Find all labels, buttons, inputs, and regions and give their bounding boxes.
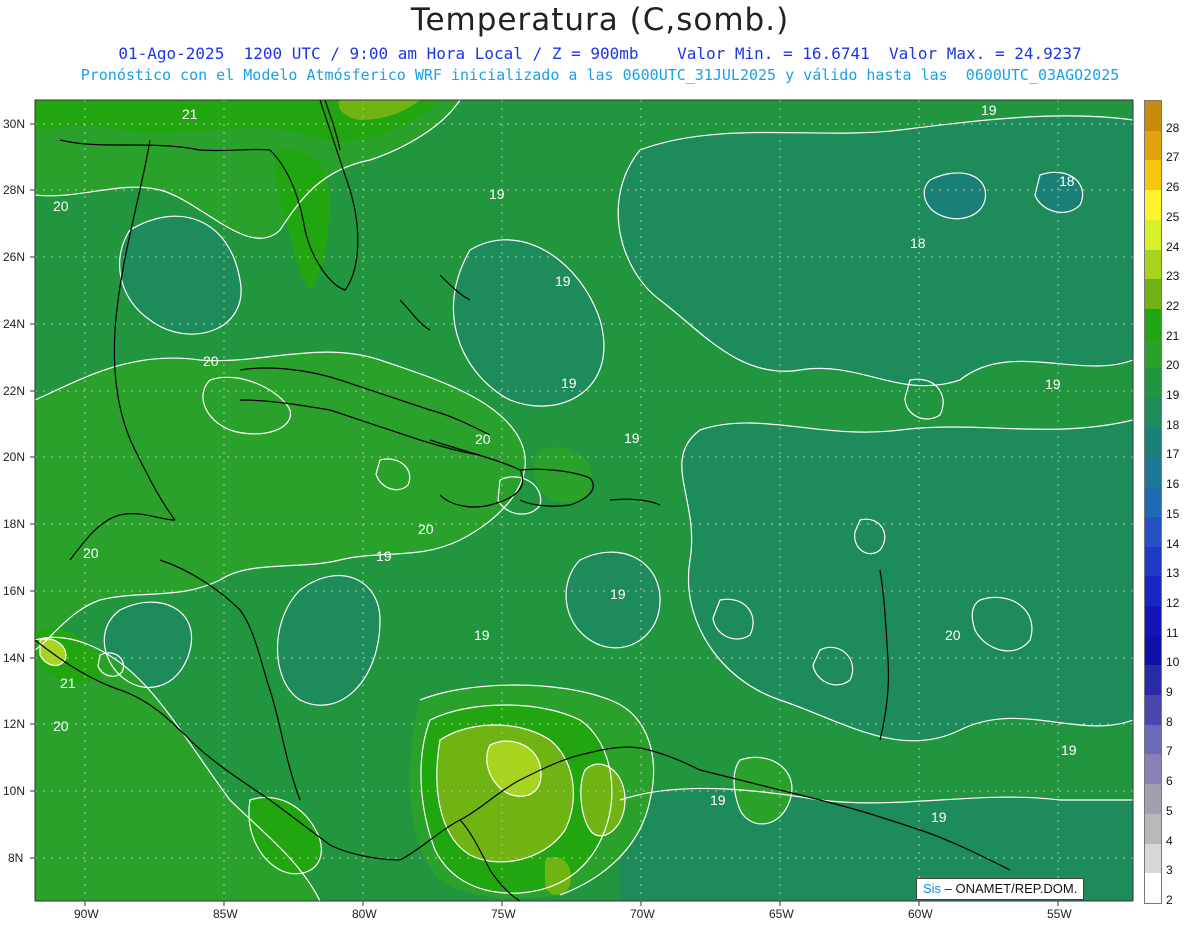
contour-label: 20	[83, 545, 99, 561]
map-title: Temperatura (C,somb.)	[410, 2, 790, 38]
contour-label: 19	[710, 792, 726, 808]
lat-label: 16N	[3, 584, 26, 598]
lat-label: 28N	[3, 183, 26, 197]
temperature-map: 21 20 19 19 18 18 19 19 20 19 20 20 19 2…	[30, 99, 1134, 906]
lon-label: 65W	[769, 907, 794, 921]
lon-label: 75W	[491, 907, 516, 921]
color-scale-label: 19	[1166, 388, 1180, 403]
lat-label: 14N	[3, 651, 26, 665]
lon-label: 70W	[630, 907, 655, 921]
lat-label: 20N	[3, 450, 26, 464]
color-scale-label: 18	[1166, 417, 1180, 432]
color-scale-label: 7	[1166, 744, 1173, 759]
valid-time-line: 01-Ago-2025 1200 UTC / 9:00 am Hora Loca…	[118, 44, 1082, 63]
contour-label: 19	[610, 586, 626, 602]
lon-label: 90W	[74, 907, 99, 921]
color-scale-frame	[1144, 100, 1162, 904]
contour-label: 19	[555, 273, 571, 289]
color-scale-label: 23	[1166, 269, 1180, 284]
color-scale-label: 13	[1166, 566, 1180, 581]
color-scale-label: 26	[1166, 180, 1180, 195]
model-info-line: Pronóstico con el Modelo Atmósferico WRF…	[80, 66, 1120, 84]
contour-label: 19	[1061, 742, 1077, 758]
contour-label: 19	[376, 548, 392, 564]
lat-label: 12N	[3, 717, 26, 731]
contour-label: 19	[624, 430, 640, 446]
color-scale-label: 16	[1166, 477, 1180, 492]
lon-label: 80W	[352, 907, 377, 921]
lat-label: 8N	[8, 851, 24, 865]
color-scale-label: 11	[1166, 625, 1179, 640]
contour-label: 20	[475, 431, 491, 447]
contour-label: 19	[561, 375, 577, 391]
color-scale-label: 5	[1166, 803, 1173, 818]
color-scale-label: 4	[1166, 833, 1173, 848]
contour-label: 18	[1059, 173, 1075, 189]
contour-label: 19	[489, 186, 505, 202]
contour-label: 21	[60, 675, 76, 691]
lat-label: 10N	[3, 784, 26, 798]
lat-label: 18N	[3, 517, 26, 531]
color-scale-label: 20	[1166, 358, 1180, 373]
contour-label: 18	[910, 235, 926, 251]
credit-source: Sis	[923, 881, 942, 896]
lat-label: 30N	[3, 117, 26, 131]
lon-label: 55W	[1047, 907, 1072, 921]
color-scale-label: 15	[1166, 506, 1180, 521]
contour-label: 20	[945, 627, 961, 643]
contour-label: 19	[931, 809, 947, 825]
lat-label: 24N	[3, 317, 26, 331]
lon-label: 60W	[908, 907, 933, 921]
lat-label: 22N	[3, 384, 26, 398]
color-scale-label: 24	[1166, 239, 1180, 254]
lat-label: 26N	[3, 250, 26, 264]
contour-label: 20	[418, 521, 434, 537]
color-scale-label: 21	[1166, 328, 1180, 343]
color-scale-label: 6	[1166, 774, 1173, 789]
color-scale-label: 14	[1166, 536, 1180, 551]
contour-label: 19	[1045, 376, 1061, 392]
color-scale-label: 25	[1166, 209, 1180, 224]
color-scale-label: 27	[1166, 150, 1180, 165]
credit-box: Sis – ONAMET/REP.DOM.	[916, 878, 1085, 900]
contour-label: 20	[53, 718, 69, 734]
credit-agency: – ONAMET/REP.DOM.	[941, 881, 1078, 896]
color-scale-label: 17	[1166, 447, 1180, 462]
contour-label: 19	[474, 627, 490, 643]
color-scale-label: 28	[1166, 120, 1180, 135]
contour-label: 20	[53, 198, 69, 214]
color-scale-label: 10	[1166, 655, 1180, 670]
contour-label: 21	[182, 106, 198, 122]
contour-label: 20	[203, 353, 219, 369]
color-scale-label: 9	[1166, 685, 1173, 700]
color-scale-label: 2	[1166, 893, 1173, 907]
color-scale-label: 22	[1166, 298, 1180, 313]
lon-label: 85W	[213, 907, 238, 921]
contour-label: 19	[981, 102, 997, 118]
color-scale-label: 8	[1166, 714, 1173, 729]
color-scale-label: 3	[1166, 863, 1173, 878]
color-scale-label: 12	[1166, 595, 1180, 610]
